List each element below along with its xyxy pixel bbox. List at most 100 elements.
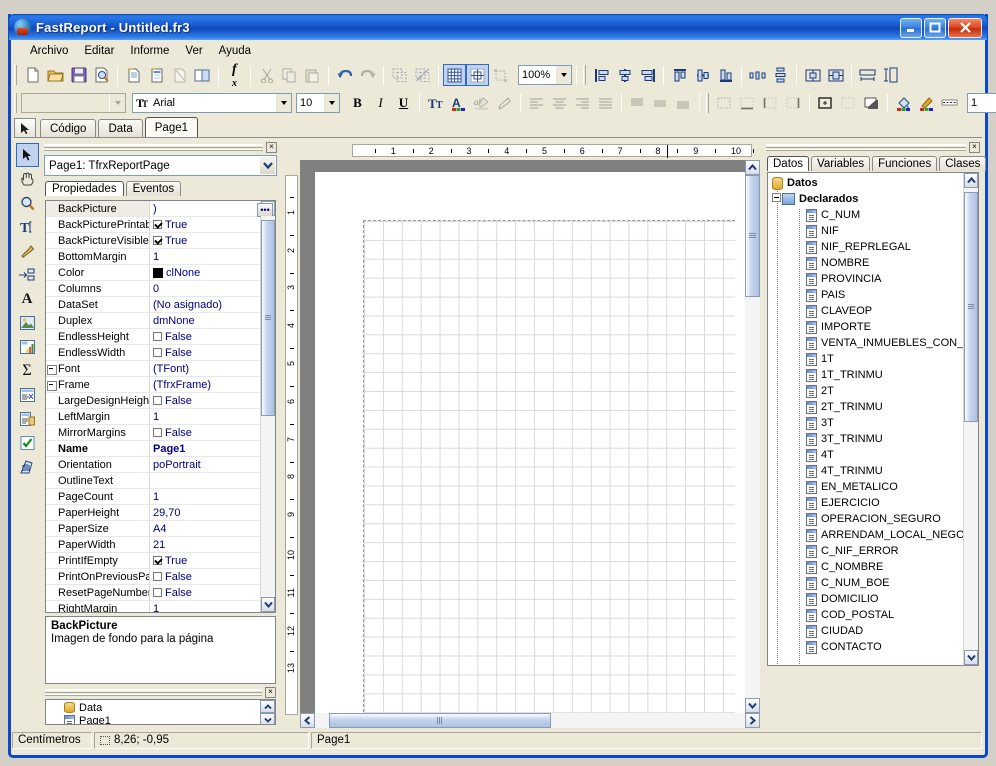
report-tree-scrollbar[interactable]: [260, 700, 275, 724]
data-tree-field[interactable]: PAIS: [768, 287, 963, 303]
data-tree-field[interactable]: CONTACTO: [768, 639, 963, 655]
chevron-down-icon[interactable]: [275, 94, 291, 112]
property-value[interactable]: True: [150, 217, 260, 232]
data-tree-field[interactable]: DOMICILIO: [768, 591, 963, 607]
data-tree-field[interactable]: 2T_TRINMU: [768, 399, 963, 415]
scroll-down-button[interactable]: [260, 713, 275, 724]
sum-object-icon[interactable]: Σ: [16, 359, 39, 383]
frame-all-icon[interactable]: [814, 92, 837, 114]
property-row[interactable]: Columns 0: [46, 281, 260, 297]
tab-datos[interactable]: Datos: [767, 156, 810, 171]
scroll-down-button[interactable]: [964, 650, 978, 665]
frame-none-icon[interactable]: [837, 92, 860, 114]
group-icon[interactable]: [388, 64, 411, 86]
preview-icon[interactable]: [90, 64, 113, 86]
align-right-icon[interactable]: [636, 64, 659, 86]
save-report-icon[interactable]: [67, 64, 90, 86]
text-object-icon[interactable]: A: [16, 287, 39, 311]
cut-icon[interactable]: [255, 64, 278, 86]
scroll-thumb[interactable]: [745, 175, 760, 297]
delete-page-icon[interactable]: [168, 64, 191, 86]
paste-icon[interactable]: [301, 64, 324, 86]
property-value[interactable]: (No asignado): [150, 297, 260, 312]
style-combo[interactable]: [21, 93, 126, 113]
rich-object-icon[interactable]: [16, 383, 39, 407]
line-width-combo[interactable]: 1: [967, 93, 996, 113]
property-grid-scrollbar[interactable]: [260, 201, 275, 612]
property-row[interactable]: EndlessHeight False: [46, 329, 260, 345]
dock-grip[interactable]: [766, 143, 966, 151]
italic-button[interactable]: I: [369, 92, 392, 114]
frame-bottom-icon[interactable]: [736, 92, 759, 114]
property-row[interactable]: BottomMargin 1: [46, 249, 260, 265]
open-report-icon[interactable]: [44, 64, 67, 86]
font-color-icon[interactable]: A: [447, 92, 470, 114]
tab-page1[interactable]: Page1: [144, 117, 199, 138]
property-value[interactable]: 0: [150, 281, 260, 296]
property-value[interactable]: True: [150, 233, 260, 248]
property-value[interactable]: (TfrxFrame): [150, 377, 260, 392]
scroll-down-button[interactable]: [261, 597, 275, 612]
data-tree-field[interactable]: C_NOMBRE: [768, 559, 963, 575]
function-icon[interactable]: fx: [223, 62, 246, 89]
property-checkbox[interactable]: [153, 348, 162, 357]
data-tree-field[interactable]: CLAVEOP: [768, 303, 963, 319]
property-row[interactable]: PageCount 1: [46, 489, 260, 505]
zoom-tool-icon[interactable]: [16, 191, 39, 215]
property-row[interactable]: Orientation poPortrait: [46, 457, 260, 473]
data-tree-field[interactable]: ARRENDAM_LOCAL_NEGOC: [768, 527, 963, 543]
center-horizontally-icon[interactable]: [801, 64, 824, 86]
property-row[interactable]: MirrorMargins False: [46, 425, 260, 441]
select-tool-button[interactable]: [14, 118, 36, 138]
data-tree-field[interactable]: CIUDAD: [768, 623, 963, 639]
align-vcenter-icon[interactable]: [691, 64, 714, 86]
property-value[interactable]: 1: [150, 249, 260, 264]
page-settings-icon[interactable]: [191, 64, 214, 86]
toolbar-grip[interactable]: [14, 93, 17, 113]
text-align-right-icon[interactable]: [571, 92, 594, 114]
frame-right-icon[interactable]: [782, 92, 805, 114]
property-row[interactable]: BackPicture) •••: [46, 201, 273, 217]
scroll-thumb[interactable]: [261, 220, 275, 416]
property-value[interactable]: 1: [150, 601, 260, 613]
property-value[interactable]: [150, 473, 260, 488]
property-row[interactable]: OutlineText: [46, 473, 260, 489]
redo-icon[interactable]: [356, 64, 379, 86]
tab-clases[interactable]: Clases: [939, 156, 987, 171]
data-tree-field[interactable]: PROVINCIA: [768, 271, 963, 287]
checkbox-object-icon[interactable]: [16, 431, 39, 455]
menu-archivo[interactable]: Archivo: [22, 43, 76, 59]
data-tree-field[interactable]: 2T: [768, 383, 963, 399]
design-canvas[interactable]: [300, 160, 752, 713]
align-hcenter-icon[interactable]: [613, 64, 636, 86]
zoom-combo[interactable]: 100%: [518, 65, 572, 85]
property-value[interactable]: A4: [150, 521, 260, 536]
data-tree-group[interactable]: Declarados: [768, 191, 963, 207]
data-tree-field[interactable]: NIF: [768, 223, 963, 239]
undo-icon[interactable]: [333, 64, 356, 86]
tab-propiedades[interactable]: Propiedades: [45, 181, 124, 196]
property-value[interactable]: False: [150, 329, 260, 344]
property-value[interactable]: 21: [150, 537, 260, 552]
dock-grip[interactable]: [45, 688, 262, 696]
format-painter-icon[interactable]: [493, 92, 516, 114]
data-fields-tree[interactable]: Datos Declarados C_NUM NIF NIF_REPRLEGAL NOMB…: [767, 172, 979, 666]
text-align-left-icon[interactable]: [525, 92, 548, 114]
property-row[interactable]: EndlessWidth False: [46, 345, 260, 361]
scroll-thumb[interactable]: [964, 192, 978, 422]
snap-to-grid-icon[interactable]: [466, 64, 489, 86]
tab-variables[interactable]: Variables: [811, 156, 871, 171]
data-tree-field[interactable]: EN_METALICO: [768, 479, 963, 495]
toolbar-grip[interactable]: [583, 65, 586, 85]
dock-grip[interactable]: [44, 143, 263, 151]
bold-button[interactable]: B: [346, 92, 369, 114]
design-grid-area[interactable]: [363, 220, 735, 713]
subreport-object-icon[interactable]: [16, 407, 39, 431]
fill-color-icon[interactable]: [892, 92, 915, 114]
align-bottom-icon[interactable]: [714, 64, 737, 86]
collapse-toggle-icon[interactable]: [772, 193, 781, 202]
report-tree-item[interactable]: Page1: [46, 714, 260, 724]
property-checkbox[interactable]: [153, 428, 162, 437]
text-align-justify-icon[interactable]: [594, 92, 617, 114]
property-row[interactable]: Font (TFont): [46, 361, 260, 377]
